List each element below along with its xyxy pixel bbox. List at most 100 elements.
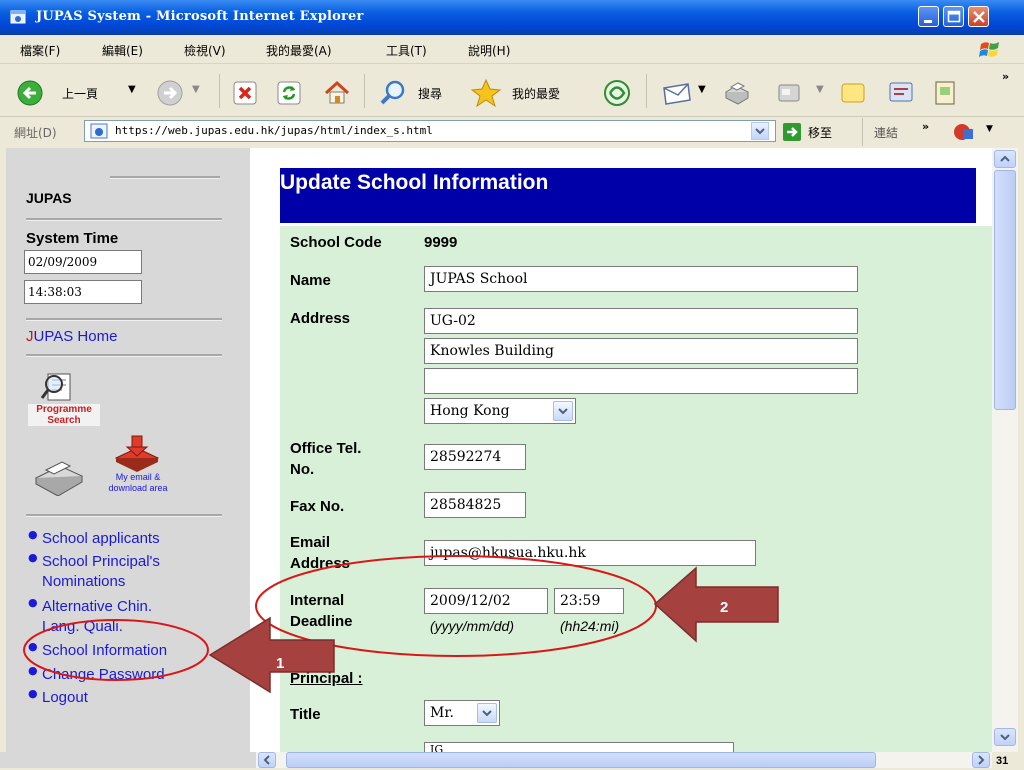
title-select[interactable]: Mr. xyxy=(424,700,500,726)
sidebar-item-label-2: Nominations xyxy=(42,573,126,590)
translate-dropdown-icon[interactable]: ▼ xyxy=(986,124,993,134)
forward-dropdown-icon[interactable]: ▼ xyxy=(192,84,200,95)
menu-tools[interactable]: 工具(T) xyxy=(386,42,427,59)
office-tel-label-2: No. xyxy=(290,461,315,478)
fax-input[interactable]: 28584825 xyxy=(424,492,526,518)
back-dropdown-icon[interactable]: ▼ xyxy=(128,84,136,95)
mail-dropdown-icon[interactable]: ▼ xyxy=(698,84,706,95)
chevron-right-icon xyxy=(978,755,985,765)
close-icon xyxy=(973,11,985,23)
translate-icon[interactable] xyxy=(952,121,976,143)
title-select-value: Mr. xyxy=(430,705,454,721)
maximize-button[interactable] xyxy=(943,6,964,27)
sidebar-site-title: JUPAS xyxy=(26,190,72,206)
sidebar-item-alternative-chinese[interactable]: ● Alternative Chin. Lang. Quali. xyxy=(28,596,248,640)
office-tel-label: Office Tel. xyxy=(290,440,362,457)
address-input[interactable]: https://web.jupas.edu.hk/jupas/html/inde… xyxy=(84,120,776,142)
office-tel-input[interactable]: 28592274 xyxy=(424,444,526,470)
home-icon[interactable] xyxy=(322,78,352,108)
back-arrow-icon xyxy=(17,80,43,106)
scroll-right-button[interactable] xyxy=(972,752,990,768)
horizontal-scroll-thumb[interactable] xyxy=(286,752,876,768)
programme-search-link[interactable]: Programme Search xyxy=(26,370,106,432)
page-title: Update School Information xyxy=(280,171,549,194)
address-separator xyxy=(862,118,863,146)
favorites-star-icon xyxy=(470,78,502,108)
sidebar-divider xyxy=(26,354,222,357)
menu-help[interactable]: 說明(H) xyxy=(468,42,510,59)
page-viewport: JUPAS System Time 02/09/2009 14:38:03 JU… xyxy=(6,148,992,752)
favorites-button[interactable]: 我的最愛 xyxy=(470,78,590,108)
forward-button[interactable]: ▼ xyxy=(156,78,206,108)
download-tray-icon xyxy=(114,435,160,472)
programme-search-label: Programme xyxy=(36,404,92,415)
region-dropdown-button[interactable] xyxy=(553,401,573,421)
vertical-scrollbar[interactable] xyxy=(992,148,1018,752)
back-button[interactable]: 上一頁 ▼ xyxy=(16,78,146,108)
horizontal-scrollbar[interactable] xyxy=(256,752,992,768)
title-bar[interactable]: JUPAS System - Microsoft Internet Explor… xyxy=(0,0,1024,35)
programme-search-icon xyxy=(40,373,71,401)
jupas-home-link[interactable]: JUPAS Home xyxy=(26,328,117,345)
email-download-link[interactable]: My email & download area xyxy=(90,434,190,504)
sidebar-divider xyxy=(26,514,222,517)
search-icon xyxy=(380,80,405,105)
address-label: Address xyxy=(290,310,351,327)
scroll-left-button[interactable] xyxy=(258,752,276,768)
scroll-up-button[interactable] xyxy=(994,150,1016,168)
edit-icon[interactable] xyxy=(776,80,802,106)
chevron-down-icon xyxy=(1000,734,1010,741)
sidebar-item-label: Logout xyxy=(42,689,88,706)
deadline-time-input[interactable]: 23:59 xyxy=(554,588,624,614)
mail-button[interactable]: ▼ xyxy=(660,78,716,108)
search-button[interactable]: 搜尋 xyxy=(378,78,468,108)
search-label: 搜尋 xyxy=(418,87,443,101)
page-icon xyxy=(90,123,108,139)
minimize-button[interactable] xyxy=(918,6,939,27)
windows-logo-icon xyxy=(979,42,999,57)
vertical-scroll-thumb[interactable] xyxy=(994,170,1016,410)
research-icon[interactable] xyxy=(930,78,960,108)
menu-view[interactable]: 檢視(V) xyxy=(184,42,226,59)
address-url: https://web.jupas.edu.hk/jupas/html/inde… xyxy=(115,124,433,137)
messenger-icon[interactable] xyxy=(886,78,916,108)
toolbar-overflow-icon[interactable]: » xyxy=(1002,70,1009,83)
edit-dropdown-icon[interactable]: ▼ xyxy=(816,84,824,95)
refresh-icon[interactable] xyxy=(276,80,302,106)
address-line-2-input[interactable]: Knowles Building xyxy=(424,338,858,364)
media-icon[interactable] xyxy=(602,78,632,108)
sidebar-item-label-2: Lang. Quali. xyxy=(42,618,123,635)
address-dropdown-button[interactable] xyxy=(751,122,769,140)
email-input[interactable]: jupas@hkusua.hku.hk xyxy=(424,540,756,566)
scroll-down-button[interactable] xyxy=(994,728,1016,746)
school-info-form: School Code 9999 Name JUPAS School Addre… xyxy=(280,226,992,752)
menu-edit[interactable]: 編輯(E) xyxy=(102,42,143,59)
region-select-value: Hong Kong xyxy=(430,403,510,419)
title-dropdown-button[interactable] xyxy=(477,703,497,723)
deadline-date-input[interactable]: 2009/12/02 xyxy=(424,588,548,614)
menu-favorites[interactable]: 我的最愛(A) xyxy=(266,42,332,59)
close-button[interactable] xyxy=(968,6,989,27)
sidebar-item-principal-nominations[interactable]: ● School Principal's Nominations xyxy=(28,551,248,595)
menu-file[interactable]: 檔案(F) xyxy=(20,42,60,59)
links-label[interactable]: 連結 xyxy=(874,124,898,141)
print-icon[interactable] xyxy=(720,78,752,108)
title-label: Title xyxy=(290,706,321,723)
stop-icon[interactable] xyxy=(232,80,258,106)
address-line-3-input[interactable] xyxy=(424,368,858,394)
go-button[interactable]: 移至 xyxy=(782,121,852,143)
principal-name-input[interactable]: IG xyxy=(424,742,734,752)
menu-bar: 檔案(F) 編輯(E) 檢視(V) 我的最愛(A) 工具(T) 說明(H) xyxy=(0,35,1024,64)
address-line-1-input[interactable]: UG-02 xyxy=(424,308,858,334)
programme-search-label-2: Search xyxy=(47,415,81,426)
fax-machine-icon[interactable] xyxy=(32,456,86,496)
discuss-icon[interactable] xyxy=(838,78,868,108)
bullet-icon: ● xyxy=(28,664,38,677)
links-overflow-icon[interactable]: » xyxy=(922,120,929,133)
name-input[interactable]: JUPAS School xyxy=(424,266,858,292)
principal-section-label: Principal : xyxy=(290,670,363,687)
chevron-down-icon xyxy=(558,408,568,415)
region-select[interactable]: Hong Kong xyxy=(424,398,576,424)
sidebar-divider xyxy=(26,318,222,321)
slide-page-number: 31 xyxy=(996,755,1009,767)
